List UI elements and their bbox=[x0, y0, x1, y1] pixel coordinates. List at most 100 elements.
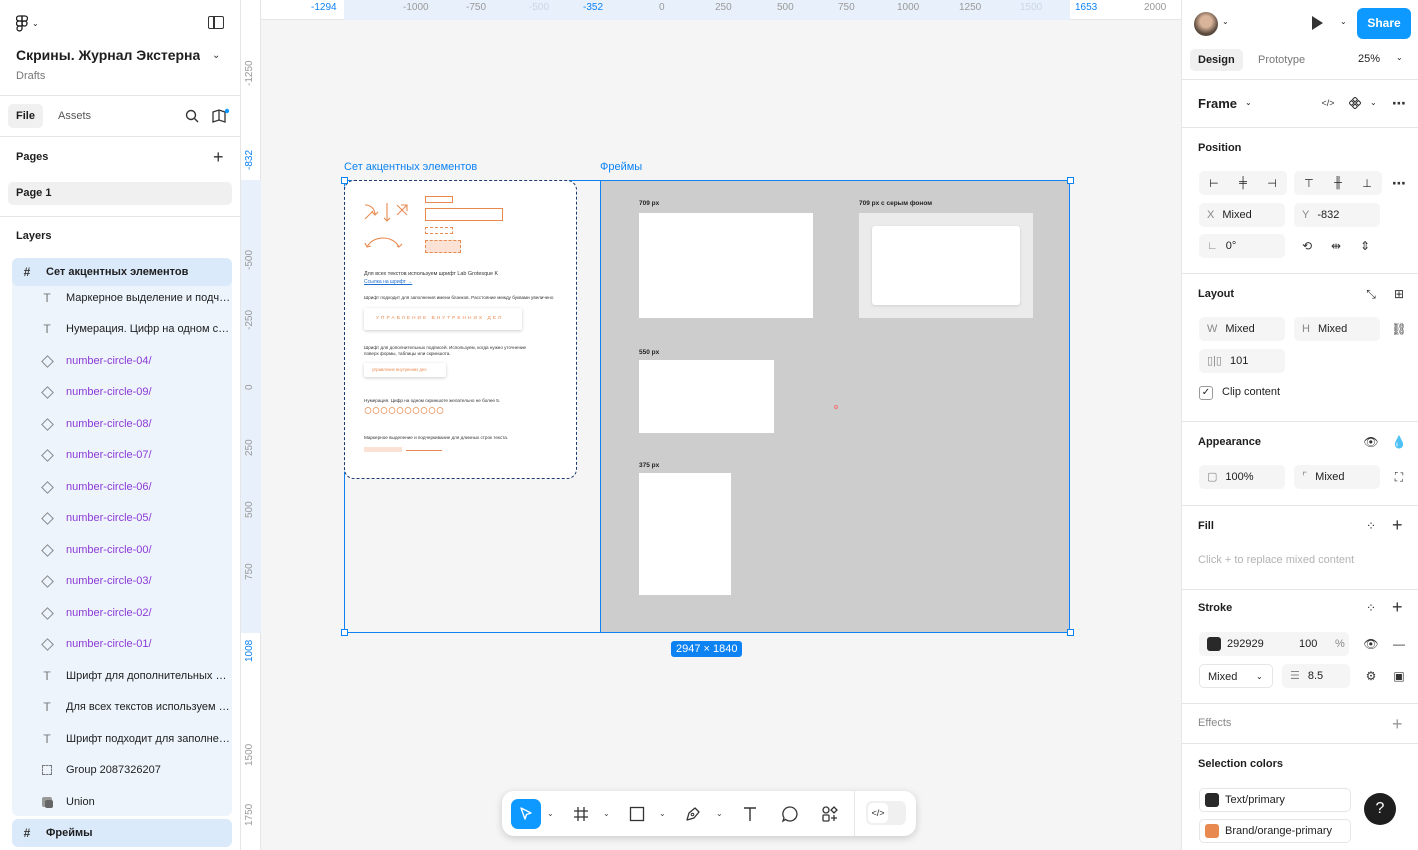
layer-item[interactable]: T Шрифт подходит для заполнения bbox=[12, 725, 232, 753]
opacity-field[interactable]: ▢ 100% bbox=[1199, 465, 1285, 489]
layer-item[interactable]: number-circle-06/ bbox=[12, 473, 232, 501]
stroke-settings-icon[interactable]: ⚙ bbox=[1360, 665, 1382, 687]
chevron-down-icon[interactable]: ⌄ bbox=[1245, 98, 1252, 107]
selection-color-item[interactable]: Brand/orange-primary bbox=[1199, 819, 1351, 843]
remove-icon[interactable]: — bbox=[1388, 633, 1410, 655]
chevron-down-icon[interactable]: ⌄ bbox=[1222, 17, 1229, 26]
layer-item[interactable]: number-circle-00/ bbox=[12, 536, 232, 564]
library-icon[interactable] bbox=[212, 108, 230, 124]
eye-icon[interactable]: 👁 bbox=[1360, 633, 1382, 655]
project-title[interactable]: Скрины. Журнал Экстерна... bbox=[16, 47, 200, 63]
chevron-down-icon[interactable]: ⌄ bbox=[1370, 98, 1377, 107]
align-middle-v-icon[interactable]: ╫ bbox=[1334, 177, 1342, 189]
chevron-down-icon[interactable]: ⌄ bbox=[659, 809, 666, 818]
layer-item[interactable]: T Шрифт для дополнительных подписей bbox=[12, 662, 232, 690]
chevron-down-icon[interactable]: ⌄ bbox=[603, 809, 610, 818]
gray-frame-709[interactable] bbox=[859, 213, 1033, 318]
resize-handle[interactable] bbox=[341, 629, 348, 636]
layer-item[interactable]: T Нумерация. Цифр на одном скрине bbox=[12, 315, 232, 343]
stroke-position-select[interactable]: Mixed ⌄ bbox=[1199, 664, 1273, 688]
stroke-sides-icon[interactable]: ▣ bbox=[1388, 665, 1410, 687]
chevron-down-icon[interactable]: ⌄ bbox=[716, 809, 723, 818]
chevron-down-icon[interactable]: ⌄ bbox=[212, 50, 220, 61]
code-icon[interactable]: </> bbox=[1317, 92, 1339, 114]
chevron-down-icon[interactable]: ⌄ bbox=[1340, 17, 1347, 26]
layer-frame[interactable]: # Сет акцентных элементов bbox=[12, 258, 232, 286]
gap-field[interactable]: ▯|▯ 101 bbox=[1199, 349, 1285, 373]
text-tool-button[interactable] bbox=[735, 799, 765, 829]
resize-handle[interactable] bbox=[1067, 177, 1074, 184]
layer-item[interactable]: number-circle-04/ bbox=[12, 347, 232, 375]
resize-handle[interactable] bbox=[1067, 629, 1074, 636]
chevron-down-icon[interactable]: ⌄ bbox=[1396, 53, 1403, 62]
align-top-icon[interactable]: ⊤ bbox=[1304, 177, 1314, 190]
add-effect-icon[interactable]: + bbox=[1392, 715, 1403, 733]
present-play-icon[interactable] bbox=[1312, 16, 1323, 30]
more-icon[interactable]: ⋯ bbox=[1388, 92, 1410, 114]
actions-tool-button[interactable] bbox=[815, 799, 845, 829]
add-stroke-icon[interactable]: + bbox=[1392, 598, 1403, 616]
x-field[interactable]: X Mixed bbox=[1199, 203, 1285, 227]
search-icon[interactable] bbox=[185, 109, 199, 123]
align-right-icon[interactable]: ⊣ bbox=[1267, 177, 1277, 190]
styles-grid-icon[interactable]: ⁘ bbox=[1360, 597, 1382, 619]
layer-item[interactable]: T Для всех текстов используем шрифт bbox=[12, 693, 232, 721]
layer-frame[interactable]: # Фреймы bbox=[12, 819, 232, 847]
align-center-h-icon[interactable]: ╪ bbox=[1239, 177, 1247, 189]
resize-handle[interactable] bbox=[341, 177, 348, 184]
tab-design[interactable]: Design bbox=[1190, 49, 1243, 71]
eye-icon[interactable]: 👁 bbox=[1360, 431, 1382, 453]
y-field[interactable]: Y -832 bbox=[1294, 203, 1380, 227]
frame-label-accent-set[interactable]: Сет акцентных элементов bbox=[344, 161, 477, 173]
project-location[interactable]: Drafts bbox=[16, 70, 45, 82]
stroke-color-field[interactable]: 292929 100 % bbox=[1199, 632, 1349, 656]
zoom-level[interactable]: 25% bbox=[1358, 53, 1380, 65]
layer-item[interactable]: number-circle-02/ bbox=[12, 599, 232, 627]
rotate-icon[interactable]: ⟲ bbox=[1296, 235, 1318, 257]
constrain-proportions-icon[interactable]: ⛓ bbox=[1388, 318, 1410, 340]
styles-grid-icon[interactable]: ⁘ bbox=[1360, 515, 1382, 537]
flip-vertical-icon[interactable]: ⇕ bbox=[1354, 235, 1376, 257]
help-button[interactable]: ? bbox=[1364, 793, 1396, 825]
component-icon[interactable] bbox=[1344, 92, 1366, 114]
layer-item[interactable]: number-circle-09/ bbox=[12, 378, 232, 406]
tab-file[interactable]: File bbox=[8, 104, 43, 128]
white-frame-550[interactable] bbox=[639, 360, 774, 433]
white-frame-709[interactable] bbox=[639, 213, 813, 318]
comment-tool-button[interactable] bbox=[775, 799, 805, 829]
selection-color-item[interactable]: Text/primary bbox=[1199, 788, 1351, 812]
add-fill-icon[interactable]: + bbox=[1392, 516, 1403, 534]
layer-item[interactable]: Union bbox=[12, 788, 232, 816]
auto-layout-icon[interactable]: ⊞ bbox=[1388, 283, 1410, 305]
flip-horizontal-icon[interactable]: ⇹ bbox=[1325, 235, 1347, 257]
sidebar-toggle-icon[interactable] bbox=[208, 16, 224, 29]
shape-tool-button[interactable] bbox=[622, 799, 652, 829]
layer-item[interactable]: T Маркерное выделение и подчеркивание bbox=[12, 284, 232, 312]
layer-item[interactable]: number-circle-07/ bbox=[12, 441, 232, 469]
dev-mode-toggle[interactable]: </> bbox=[866, 801, 906, 825]
tab-prototype[interactable]: Prototype bbox=[1250, 49, 1313, 71]
chevron-down-icon[interactable]: ⌄ bbox=[547, 809, 554, 818]
frame-tool-button[interactable] bbox=[566, 799, 596, 829]
pen-tool-button[interactable] bbox=[678, 799, 708, 829]
stroke-swatch[interactable] bbox=[1207, 637, 1221, 652]
frame-label-frames[interactable]: Фреймы bbox=[600, 161, 642, 173]
frame-type-selector[interactable]: Frame bbox=[1198, 96, 1237, 111]
layer-item[interactable]: number-circle-05/ bbox=[12, 504, 232, 532]
align-left-icon[interactable]: ⊢ bbox=[1209, 177, 1219, 190]
white-frame-375[interactable] bbox=[639, 473, 731, 595]
blend-drop-icon[interactable]: 💧 bbox=[1388, 431, 1410, 453]
avatar[interactable] bbox=[1194, 12, 1218, 36]
layer-item[interactable]: number-circle-03/ bbox=[12, 567, 232, 595]
add-page-icon[interactable]: + bbox=[213, 148, 224, 166]
clip-content-checkbox[interactable]: ✓ bbox=[1199, 386, 1213, 400]
corner-radius-field[interactable]: ⌜ Mixed bbox=[1294, 465, 1380, 489]
align-bottom-icon[interactable]: ⊥ bbox=[1362, 177, 1372, 190]
more-icon[interactable]: ⋯ bbox=[1388, 172, 1410, 194]
rotation-field[interactable]: ∟ 0° bbox=[1199, 234, 1285, 258]
canvas[interactable]: -1294 -1000 -750 -500 -352 0 250 500 750… bbox=[241, 0, 1181, 850]
height-field[interactable]: H Mixed bbox=[1294, 317, 1380, 341]
width-field[interactable]: W Mixed bbox=[1199, 317, 1285, 341]
stroke-weight-field[interactable]: ☰ 8.5 bbox=[1282, 664, 1350, 688]
layer-item[interactable]: Group 2087326207 bbox=[12, 756, 232, 784]
